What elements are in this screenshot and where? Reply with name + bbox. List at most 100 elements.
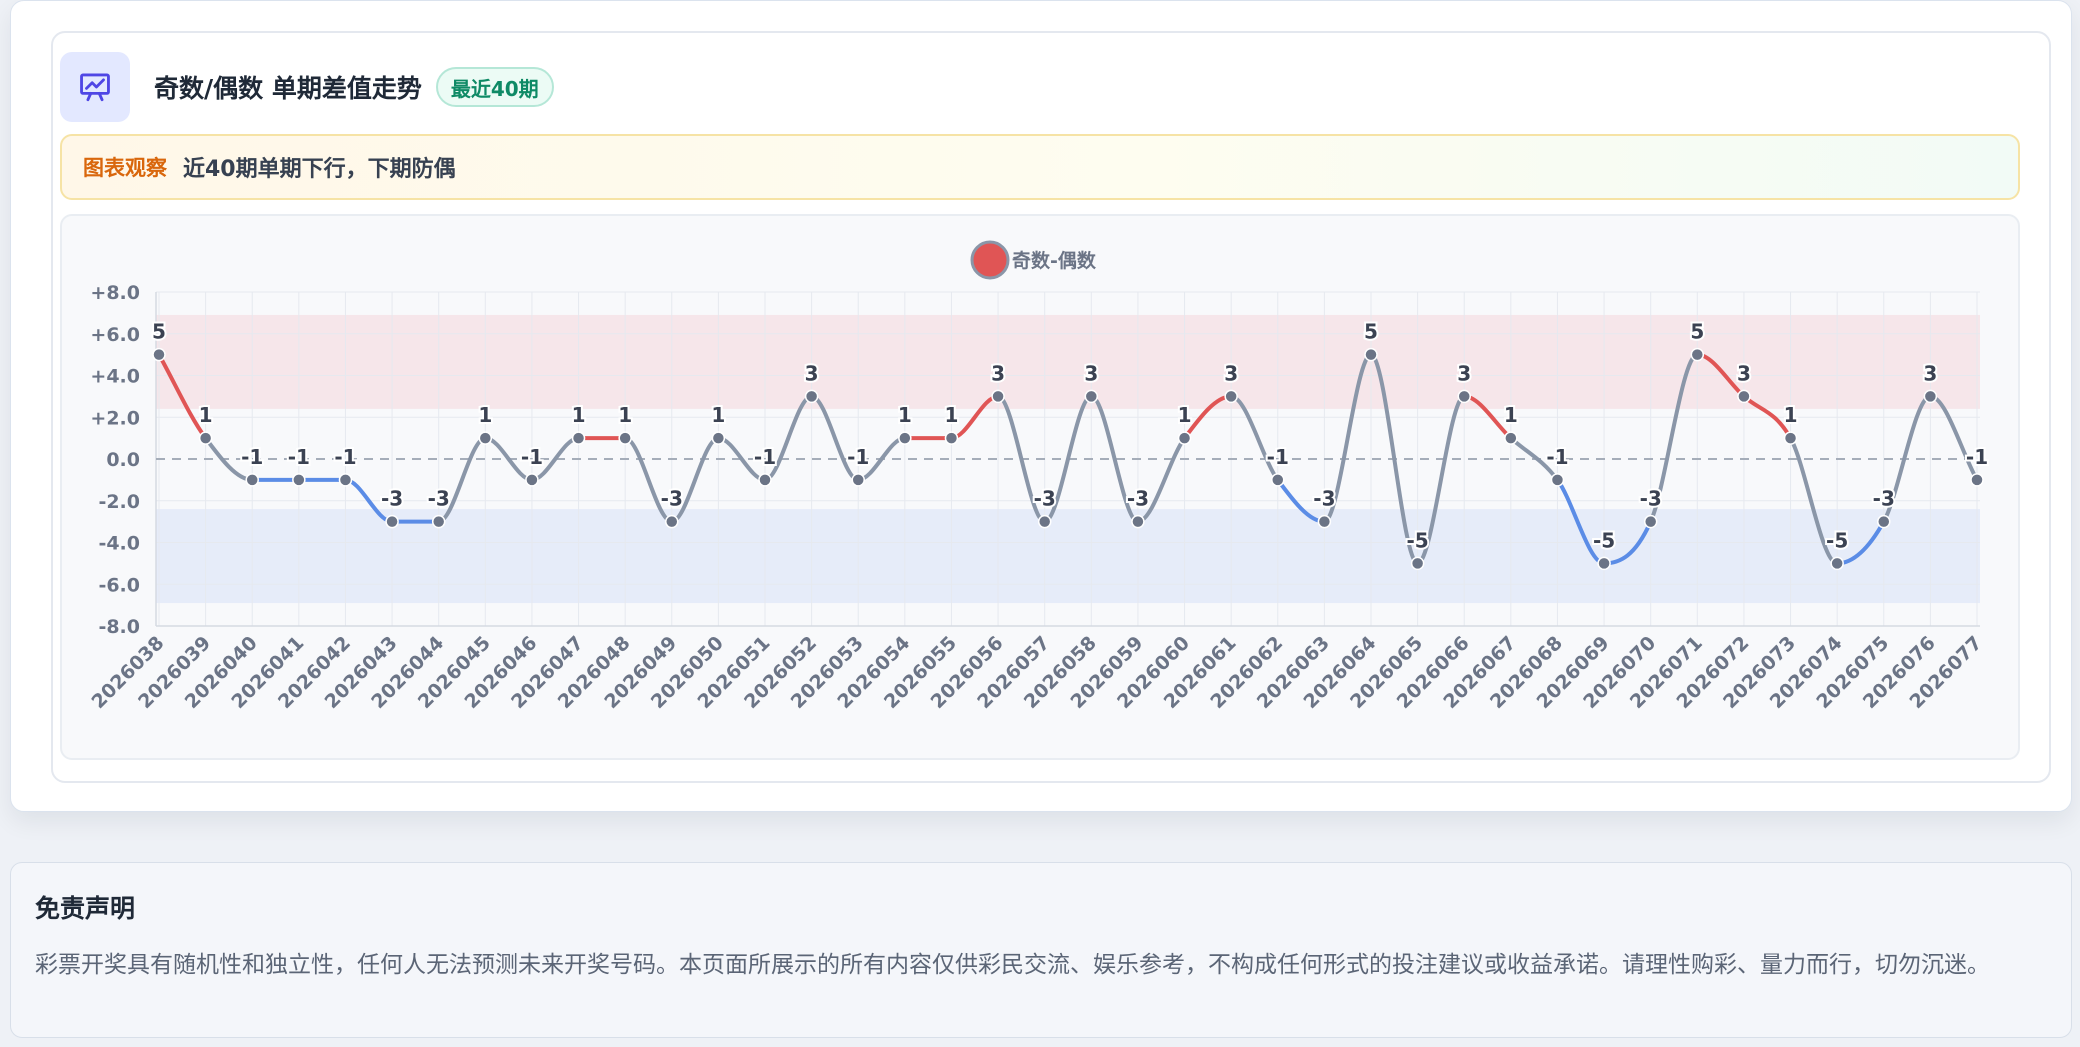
data-label: -3 (1873, 487, 1895, 511)
data-point (1597, 556, 1611, 571)
data-point (944, 431, 959, 445)
data-point (1177, 431, 1192, 445)
data-point (1783, 431, 1798, 445)
data-label: 1 (945, 403, 959, 427)
data-point (1224, 389, 1238, 404)
disclaimer-text: 彩票开奖具有随机性和独立性，任何人无法预测未来开奖号码。本页面所展示的所有内容仅… (35, 952, 1990, 978)
data-label: 1 (898, 403, 912, 427)
chart-presentation-icon (60, 52, 130, 122)
data-point (1084, 389, 1099, 404)
legend-label: 奇数-偶数 (1012, 249, 1097, 272)
data-label: -3 (1127, 487, 1149, 511)
chart-container: +8.0 +6.0 +4.0 +2.0 0.0 -2.0 -4.0 -6.0 -8.0 20260… (60, 214, 2020, 760)
data-point (152, 347, 166, 362)
data-label: 3 (991, 361, 1005, 385)
y-tick-label: +2.0 (90, 407, 140, 429)
data-point (711, 431, 726, 445)
y-tick-label: -2.0 (98, 491, 140, 513)
data-label: -3 (661, 487, 683, 511)
data-label: -1 (847, 445, 869, 469)
period-badge: 最近40期 (435, 67, 554, 107)
data-label: 1 (1784, 403, 1798, 427)
panel-header: 奇数/偶数 单期差值走势 最近40期 (60, 52, 554, 122)
data-label: 1 (1504, 403, 1518, 427)
data-label: 1 (199, 403, 213, 427)
data-point (1410, 556, 1425, 571)
data-point (758, 473, 772, 487)
data-label: -1 (1966, 445, 1988, 469)
data-label: -3 (428, 487, 450, 511)
data-label: 3 (1737, 361, 1751, 385)
data-label: 1 (478, 403, 492, 427)
data-label: -5 (1593, 528, 1615, 552)
data-point (1877, 514, 1891, 529)
disclaimer-box: 免责声明 彩票开奖具有随机性和独立性，任何人无法预测未来开奖号码。本页面所展示的… (10, 862, 2072, 1038)
data-point (1830, 556, 1844, 571)
data-point (338, 473, 353, 487)
y-tick-label: -4.0 (98, 533, 140, 555)
legend-marker (970, 240, 1010, 280)
data-label: 3 (1084, 361, 1098, 385)
data-label: -5 (1826, 528, 1848, 552)
data-point (431, 514, 446, 529)
data-label: 5 (152, 320, 166, 344)
data-point (618, 431, 632, 445)
upper-band (156, 314, 1980, 409)
data-point (525, 473, 539, 487)
data-label: -3 (381, 487, 403, 511)
data-label: 5 (1690, 320, 1704, 344)
data-point (245, 473, 259, 487)
y-tick-label: +8.0 (90, 282, 140, 304)
data-point (1457, 389, 1471, 404)
data-point (292, 473, 306, 487)
data-label: 5 (1364, 320, 1378, 344)
page-title: 奇数/偶数 单期差值走势 (154, 74, 422, 103)
data-point (1364, 347, 1378, 362)
observation-text: 近40期单期下行，下期防偶 (183, 157, 456, 182)
data-point (1504, 431, 1518, 445)
data-label: 3 (805, 361, 819, 385)
data-label: 1 (711, 403, 725, 427)
data-point (898, 431, 912, 445)
data-label: 1 (572, 403, 586, 427)
data-point (851, 473, 865, 487)
y-tick-label: -6.0 (98, 574, 140, 596)
data-point (1970, 473, 1984, 487)
observation-banner: 图表观察 近40期单期下行，下期防偶 (60, 134, 2020, 200)
data-point (1550, 473, 1565, 487)
y-tick-label: 0.0 (106, 449, 140, 471)
trend-chart: +8.0+6.0+4.0+2.00.0-2.0-4.0-6.0-8.020260… (88, 240, 1990, 713)
data-point (665, 514, 679, 529)
data-label: -1 (334, 445, 356, 469)
data-label: -3 (1640, 487, 1662, 511)
data-label: 3 (1457, 361, 1471, 385)
y-tick-label: -8.0 (98, 616, 140, 638)
data-point (1037, 514, 1052, 529)
y-tick-label: +6.0 (90, 324, 140, 346)
data-point (1131, 514, 1145, 529)
data-point (1271, 473, 1285, 487)
observation-label: 图表观察 (83, 156, 167, 180)
data-label: -3 (1034, 487, 1056, 511)
data-label: 1 (1178, 403, 1192, 427)
data-point (1690, 347, 1705, 362)
data-label: -1 (1546, 445, 1568, 469)
data-label: 3 (1224, 361, 1238, 385)
data-label: -1 (288, 445, 310, 469)
data-label: -1 (754, 445, 776, 469)
legend: 奇数-偶数 (970, 240, 1097, 280)
data-point (1317, 514, 1332, 529)
data-label: -3 (1313, 487, 1335, 511)
data-point (1643, 514, 1658, 529)
data-point (1923, 389, 1938, 404)
data-point (198, 431, 213, 445)
data-point (1737, 389, 1751, 404)
data-point (991, 389, 1005, 404)
data-point (571, 431, 586, 445)
data-point (804, 389, 819, 404)
data-point (385, 514, 399, 529)
data-label: 3 (1923, 361, 1937, 385)
data-label: -1 (521, 445, 543, 469)
data-label: -5 (1407, 528, 1429, 552)
data-point (478, 431, 493, 445)
